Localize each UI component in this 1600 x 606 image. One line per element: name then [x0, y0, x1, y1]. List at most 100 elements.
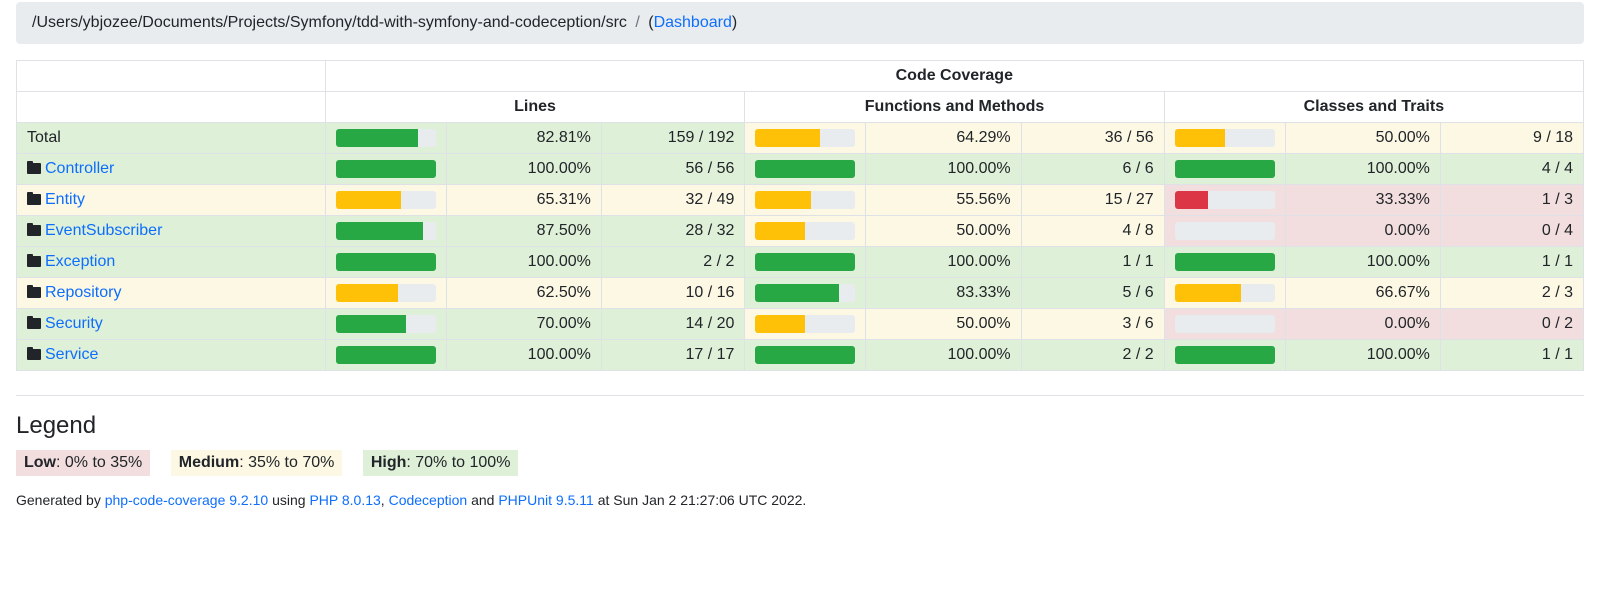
- funcs-bar-cell: [745, 154, 866, 185]
- classes-pct: 100.00%: [1285, 154, 1440, 185]
- funcs-bar-cell: [745, 216, 866, 247]
- funcs-pct: 100.00%: [866, 154, 1021, 185]
- link-phpcc[interactable]: php-code-coverage 9.2.10: [105, 492, 268, 508]
- folder-link[interactable]: EventSubscriber: [45, 222, 162, 239]
- lines-pct: 87.50%: [446, 216, 601, 247]
- divider: [16, 395, 1584, 396]
- row-name-cell: Exception: [17, 247, 326, 278]
- folder-link[interactable]: Controller: [45, 160, 114, 177]
- classes-ratio: 1 / 1: [1440, 247, 1583, 278]
- progress-bar: [336, 129, 419, 147]
- lines-bar-cell: [325, 247, 446, 278]
- lines-pct: 100.00%: [446, 247, 601, 278]
- folder-link[interactable]: Security: [45, 315, 103, 332]
- folder-link[interactable]: Repository: [45, 284, 121, 301]
- link-phpunit[interactable]: PHPUnit 9.5.11: [498, 492, 593, 508]
- progress-bar: [755, 191, 811, 209]
- link-php[interactable]: PHP 8.0.13: [309, 492, 380, 508]
- classes-ratio: 2 / 3: [1440, 278, 1583, 309]
- row-name-cell: Service: [17, 340, 326, 371]
- lines-ratio: 2 / 2: [601, 247, 745, 278]
- row-name-cell: Entity: [17, 185, 326, 216]
- table-row: EventSubscriber87.50%28 / 3250.00%4 / 80…: [17, 216, 1584, 247]
- legend-high: High: 70% to 100%: [363, 450, 519, 476]
- progress-bar: [1175, 253, 1275, 271]
- lines-ratio: 10 / 16: [601, 278, 745, 309]
- dashboard-link[interactable]: Dashboard: [654, 14, 732, 31]
- funcs-ratio: 1 / 1: [1021, 247, 1164, 278]
- progress-bar: [1175, 284, 1242, 302]
- lines-ratio: 56 / 56: [601, 154, 745, 185]
- lines-ratio: 14 / 20: [601, 309, 745, 340]
- lines-bar-cell: [325, 154, 446, 185]
- lines-bar-cell: [325, 340, 446, 371]
- classes-ratio: 9 / 18: [1440, 123, 1583, 154]
- folder-link[interactable]: Entity: [45, 191, 85, 208]
- lines-pct: 70.00%: [446, 309, 601, 340]
- breadcrumb: /Users/ybjozee/Documents/Projects/Symfon…: [16, 2, 1584, 44]
- funcs-pct: 100.00%: [866, 247, 1021, 278]
- table-row: Total82.81%159 / 19264.29%36 / 5650.00%9…: [17, 123, 1584, 154]
- classes-bar-cell: [1164, 309, 1285, 340]
- legend-medium: Medium: 35% to 70%: [171, 450, 343, 476]
- lines-header: Lines: [325, 92, 745, 123]
- funcs-ratio: 2 / 2: [1021, 340, 1164, 371]
- folder-link[interactable]: Exception: [45, 253, 115, 270]
- funcs-pct: 100.00%: [866, 340, 1021, 371]
- row-name-cell: Total: [17, 123, 326, 154]
- link-codeception[interactable]: Codeception: [389, 492, 468, 508]
- progress-bar: [755, 129, 819, 147]
- classes-pct: 0.00%: [1285, 309, 1440, 340]
- folder-icon: [27, 318, 41, 329]
- classes-bar-cell: [1164, 216, 1285, 247]
- funcs-ratio: 6 / 6: [1021, 154, 1164, 185]
- table-row: Exception100.00%2 / 2100.00%1 / 1100.00%…: [17, 247, 1584, 278]
- table-row: Repository62.50%10 / 1683.33%5 / 666.67%…: [17, 278, 1584, 309]
- classes-bar-cell: [1164, 185, 1285, 216]
- classes-pct: 100.00%: [1285, 247, 1440, 278]
- classes-ratio: 0 / 4: [1440, 216, 1583, 247]
- classes-bar-cell: [1164, 247, 1285, 278]
- progress-bar: [1175, 160, 1275, 178]
- funcs-ratio: 15 / 27: [1021, 185, 1164, 216]
- progress-bar: [336, 284, 399, 302]
- folder-icon: [27, 349, 41, 360]
- classes-bar-cell: [1164, 123, 1285, 154]
- lines-bar-cell: [325, 185, 446, 216]
- funcs-bar-cell: [745, 123, 866, 154]
- lines-pct: 65.31%: [446, 185, 601, 216]
- folder-icon: [27, 194, 41, 205]
- lines-bar-cell: [325, 278, 446, 309]
- progress-bar: [336, 315, 406, 333]
- legend-low: Low: 0% to 35%: [16, 450, 150, 476]
- breadcrumb-path: /Users/ybjozee/Documents/Projects/Symfon…: [32, 14, 627, 31]
- lines-pct: 100.00%: [446, 154, 601, 185]
- lines-ratio: 17 / 17: [601, 340, 745, 371]
- funcs-bar-cell: [745, 309, 866, 340]
- row-name-cell: EventSubscriber: [17, 216, 326, 247]
- funcs-bar-cell: [745, 247, 866, 278]
- progress-bar: [755, 253, 855, 271]
- lines-ratio: 159 / 192: [601, 123, 745, 154]
- funcs-bar-cell: [745, 340, 866, 371]
- blank-header2: [17, 92, 326, 123]
- table-row: Security70.00%14 / 2050.00%3 / 60.00%0 /…: [17, 309, 1584, 340]
- lines-pct: 100.00%: [446, 340, 601, 371]
- classes-header: Classes and Traits: [1164, 92, 1583, 123]
- classes-pct: 100.00%: [1285, 340, 1440, 371]
- folder-link[interactable]: Service: [45, 346, 98, 363]
- classes-pct: 50.00%: [1285, 123, 1440, 154]
- progress-bar: [1175, 191, 1208, 209]
- progress-bar: [755, 160, 855, 178]
- classes-ratio: 1 / 1: [1440, 340, 1583, 371]
- classes-pct: 0.00%: [1285, 216, 1440, 247]
- functions-header: Functions and Methods: [745, 92, 1164, 123]
- funcs-ratio: 4 / 8: [1021, 216, 1164, 247]
- folder-icon: [27, 256, 41, 267]
- progress-bar: [336, 253, 436, 271]
- progress-bar: [336, 191, 401, 209]
- lines-ratio: 32 / 49: [601, 185, 745, 216]
- row-name-cell: Controller: [17, 154, 326, 185]
- table-row: Entity65.31%32 / 4955.56%15 / 2733.33%1 …: [17, 185, 1584, 216]
- lines-bar-cell: [325, 123, 446, 154]
